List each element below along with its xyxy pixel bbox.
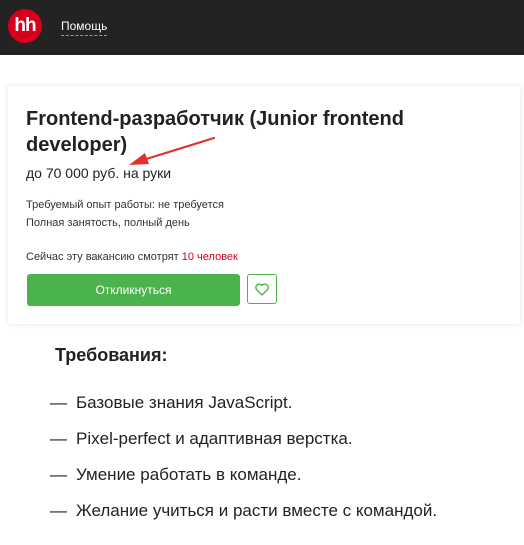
salary: до 70 000 руб. на руки xyxy=(26,165,172,181)
list-item: — Желание учиться и расти вместе с команд… xyxy=(50,501,437,537)
requirement-text: Pixel-perfect и адаптивная верстка. xyxy=(76,429,353,448)
list-item: — Pixel-perfect и адаптивная верстка. xyxy=(50,429,437,465)
list-dash: — xyxy=(50,393,67,412)
requirements-title: Требования: xyxy=(55,345,168,365)
apply-button[interactable]: Откликнуться xyxy=(27,274,240,306)
heart-icon xyxy=(255,283,269,296)
vacancy-title: Frontend-разработчик (Junior frontend de… xyxy=(26,108,404,156)
list-item: — Умение работать в команде. xyxy=(50,465,437,501)
list-item: — Базовые знания JavaScript. xyxy=(50,393,437,429)
hh-logo[interactable]: hh xyxy=(8,9,42,43)
top-bar: hh Помощь xyxy=(0,0,524,55)
list-dash: — xyxy=(50,465,67,484)
requirement-text: Желание учиться и расти вместе с командо… xyxy=(76,501,438,520)
list-dash: — xyxy=(50,501,67,520)
employment-text: Полная занятость, полный день xyxy=(26,217,190,229)
experience-text: Требуемый опыт работы: не требуется xyxy=(26,199,224,211)
list-dash: — xyxy=(50,429,67,448)
viewers-prefix: Сейчас эту вакансию смотрят xyxy=(26,251,179,263)
viewers-count: 10 человек xyxy=(181,251,238,263)
viewers-info: Сейчас эту вакансию смотрят 10 человек xyxy=(26,251,238,263)
favorite-button[interactable] xyxy=(247,274,277,304)
help-link[interactable]: Помощь xyxy=(61,19,108,36)
requirement-text: Умение работать в команде. xyxy=(76,465,302,484)
requirement-text: Базовые знания JavaScript. xyxy=(76,393,293,412)
vacancy-card: Frontend-разработчик (Junior frontend de… xyxy=(8,86,520,324)
requirements-list: — Базовые знания JavaScript. — Pixel-perfe… xyxy=(50,393,437,537)
